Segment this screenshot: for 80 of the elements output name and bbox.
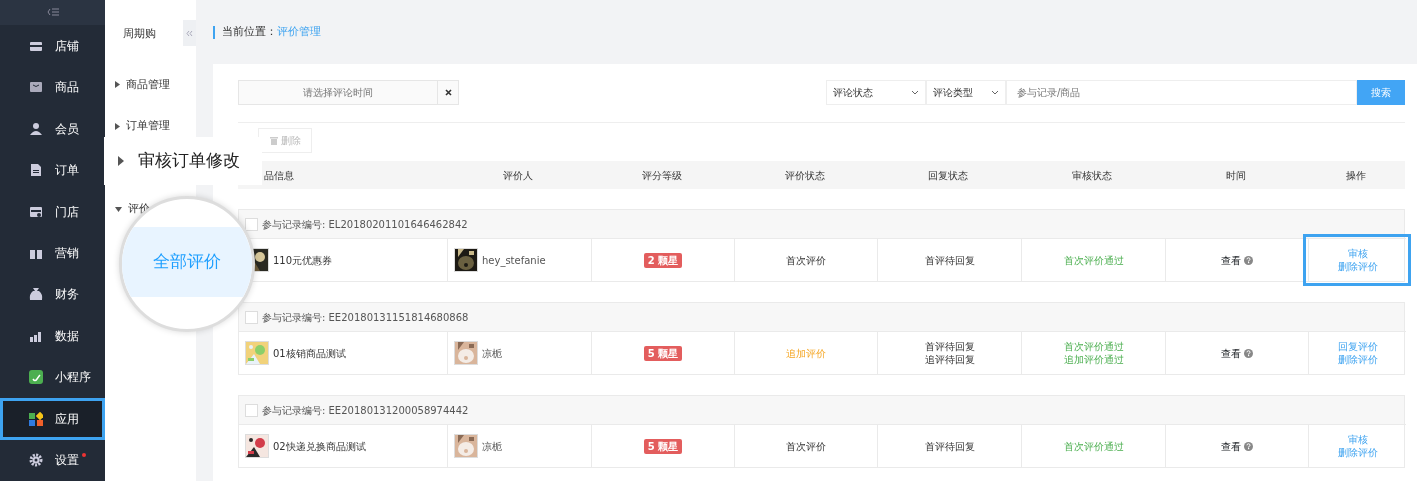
nav-item[interactable]: 应用 <box>0 398 105 440</box>
close-icon <box>444 89 452 96</box>
reviewer-name: 凉栀 <box>482 439 502 453</box>
breadcrumb-label: 当前位置： <box>222 23 277 40</box>
column-header: 审核状态 <box>1071 168 1113 183</box>
checkbox[interactable] <box>245 217 258 231</box>
double-chevron-left-icon <box>186 29 193 37</box>
product-name: 02快递兑换商品测试 <box>273 439 366 453</box>
date-field[interactable]: 请选择评论时间 <box>238 80 438 105</box>
audit-status: 首次评价通过 <box>1063 340 1124 353</box>
caret-right-icon <box>118 156 124 166</box>
bag-icon <box>29 80 43 95</box>
apps-icon <box>29 411 43 426</box>
column-header: 品信息 <box>264 168 294 183</box>
review-status: 首次评价 <box>786 253 826 267</box>
column-header: 时间 <box>1224 168 1247 183</box>
document-icon <box>29 163 43 178</box>
shop-icon <box>29 204 43 219</box>
subnav-item[interactable]: 订单管理 <box>105 105 170 147</box>
column-header: 评价人 <box>502 168 534 183</box>
help-icon <box>1244 441 1253 451</box>
nav-item[interactable]: 门店 <box>0 190 105 233</box>
reply-status: 首评待回复 <box>924 253 975 267</box>
callout-text: 审核订单修改 <box>138 149 240 173</box>
caret-right-icon <box>115 81 120 89</box>
subnav-title: 周期购 <box>123 27 156 40</box>
collapse-button[interactable] <box>183 20 196 46</box>
rating-badge: 5 颗星 <box>643 438 683 454</box>
dropdown[interactable]: 评论类型 <box>926 80 1006 105</box>
user-icon <box>29 121 43 136</box>
clear-button[interactable] <box>438 80 459 105</box>
nav-item[interactable]: 会员 <box>0 107 105 150</box>
column-header: 回复状态 <box>927 168 969 183</box>
nav-item[interactable]: 小程序 <box>0 356 105 399</box>
nav-item[interactable]: 营销 <box>0 232 105 274</box>
trash-icon <box>269 136 278 145</box>
nav-item[interactable]: 财务 <box>0 273 105 316</box>
caret-down-icon <box>115 206 122 212</box>
subnav-item[interactable]: 商品管理 <box>105 64 170 106</box>
view-link[interactable]: 查看 <box>1221 253 1241 267</box>
view-link[interactable]: 查看 <box>1221 439 1241 453</box>
search-field[interactable]: 参与记录/商品 <box>1006 80 1357 105</box>
dropdown[interactable]: 评论状态 <box>826 80 926 105</box>
column-header: 评分等级 <box>640 168 683 183</box>
view-link[interactable]: 查看 <box>1221 346 1241 360</box>
audit-status: 首次评价通过 <box>1063 253 1124 267</box>
reviewer-name: hey_stefanie <box>482 253 546 267</box>
nav-item[interactable]: 订单 <box>0 149 105 191</box>
checkbox[interactable] <box>245 403 258 417</box>
money-bag-icon <box>29 287 43 302</box>
rating-badge: 5 颗星 <box>643 345 683 361</box>
product-name: 01核销商品测试 <box>273 346 346 360</box>
caret-right-icon <box>115 122 120 130</box>
subnav-item[interactable]: 评价 <box>105 188 150 230</box>
record-number: 参与记录编号: EL20180201101646462842 <box>262 217 468 232</box>
review-status: 首次评价 <box>786 439 826 453</box>
nav-item[interactable]: 店铺 <box>0 24 105 67</box>
help-icon <box>1244 255 1253 265</box>
reply-status: 追评待回复 <box>924 353 975 366</box>
review-status: 追加评价 <box>786 346 826 360</box>
chevron-down-icon <box>991 90 999 95</box>
column-header: 操作 <box>1345 168 1367 183</box>
audit-status: 追加评价通过 <box>1063 353 1124 366</box>
mini-program-icon <box>29 370 43 385</box>
settings-icon <box>29 453 43 468</box>
reply-status: 首评待回复 <box>924 439 975 453</box>
reviewer-name: 凉栀 <box>482 346 502 360</box>
audit-status: 首次评价通过 <box>1063 439 1124 453</box>
column-header: 评价状态 <box>783 168 826 183</box>
chevron-down-icon <box>911 90 919 95</box>
reply-status: 首评待回复 <box>924 340 975 353</box>
rating-badge: 2 颗星 <box>643 252 683 268</box>
nav-item[interactable]: 设置 <box>0 439 105 481</box>
record-number: 参与记录编号: EE20180131200058974442 <box>262 403 469 418</box>
checkbox[interactable] <box>245 310 258 324</box>
product-name: 110元优惠券 <box>273 253 333 267</box>
nav-item[interactable]: 数据 <box>0 315 105 357</box>
help-icon <box>1244 348 1253 358</box>
record-number: 参与记录编号: EE20180131151814680868 <box>262 310 469 325</box>
nav-item[interactable]: 商品 <box>0 66 105 108</box>
